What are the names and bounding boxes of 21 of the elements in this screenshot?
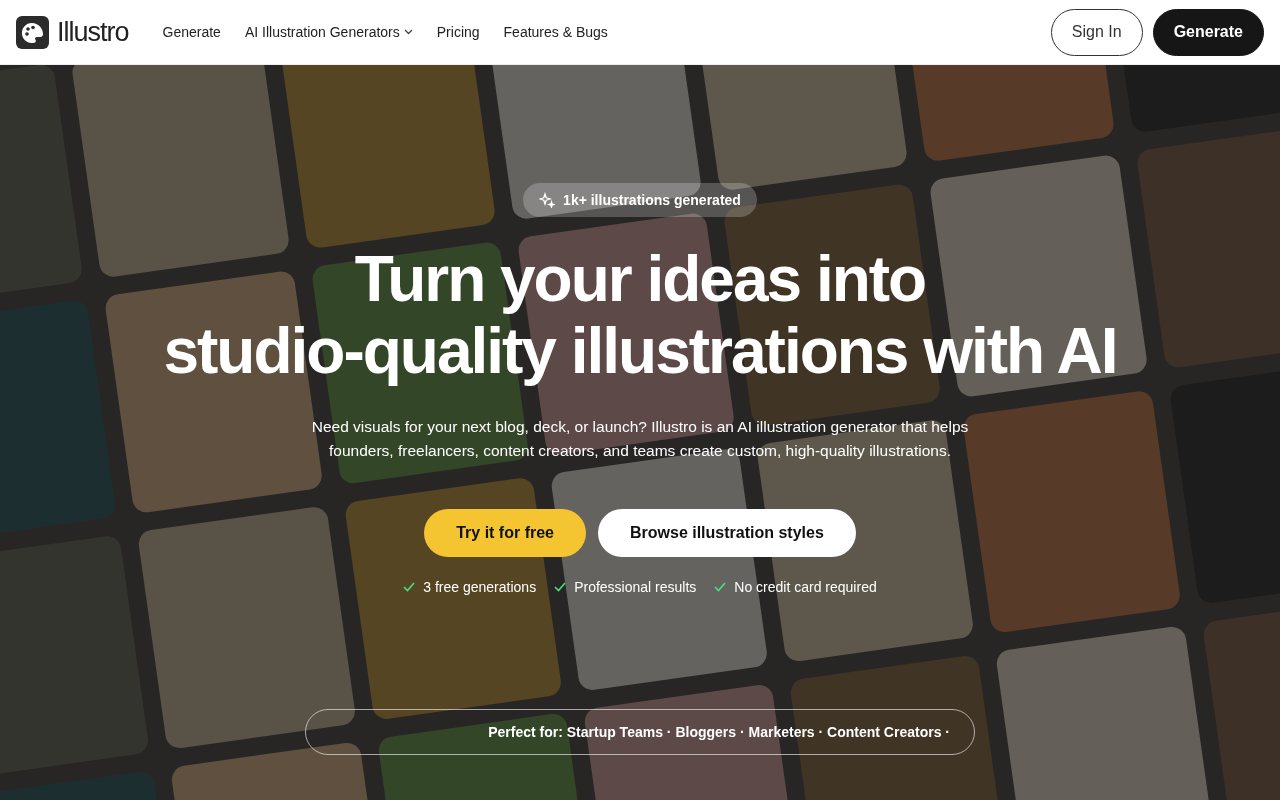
generate-button[interactable]: Generate	[1152, 8, 1264, 56]
try-free-button[interactable]: Try it for free	[424, 509, 586, 557]
browse-styles-button[interactable]: Browse illustration styles	[598, 509, 856, 557]
check-icon	[554, 582, 567, 592]
feature-text: Professional results	[574, 579, 697, 595]
feature-text: 3 free generations	[423, 579, 537, 595]
nav-link[interactable]: Generate	[162, 24, 221, 40]
hero-heading: Turn your ideas into studio-quality illustrations with AI	[163, 243, 1117, 387]
nav-link[interactable]: Features & Bugs	[503, 24, 608, 40]
logo-text[interactable]: Illustro	[57, 16, 129, 48]
badge-text: 1k+ illustrations generated	[563, 192, 741, 208]
sign-in-button[interactable]: Sign In	[1050, 8, 1143, 56]
chevron-down-icon	[403, 29, 413, 35]
feature-text: No credit card required	[734, 579, 877, 595]
check-icon	[714, 582, 727, 592]
hero-description: Need visuals for your next blog, deck, or launch? Illustro is an AI illustration generator that helps founders, freelancers, content creators, and teams create custom, high-quality illustrations.	[310, 417, 970, 461]
sparkles-icon	[539, 192, 556, 208]
nav-link[interactable]: AI Illustration Generators	[244, 24, 413, 40]
palette-logo-icon[interactable]	[16, 15, 49, 49]
nav-link[interactable]: Pricing	[436, 24, 480, 40]
check-icon	[403, 582, 416, 592]
